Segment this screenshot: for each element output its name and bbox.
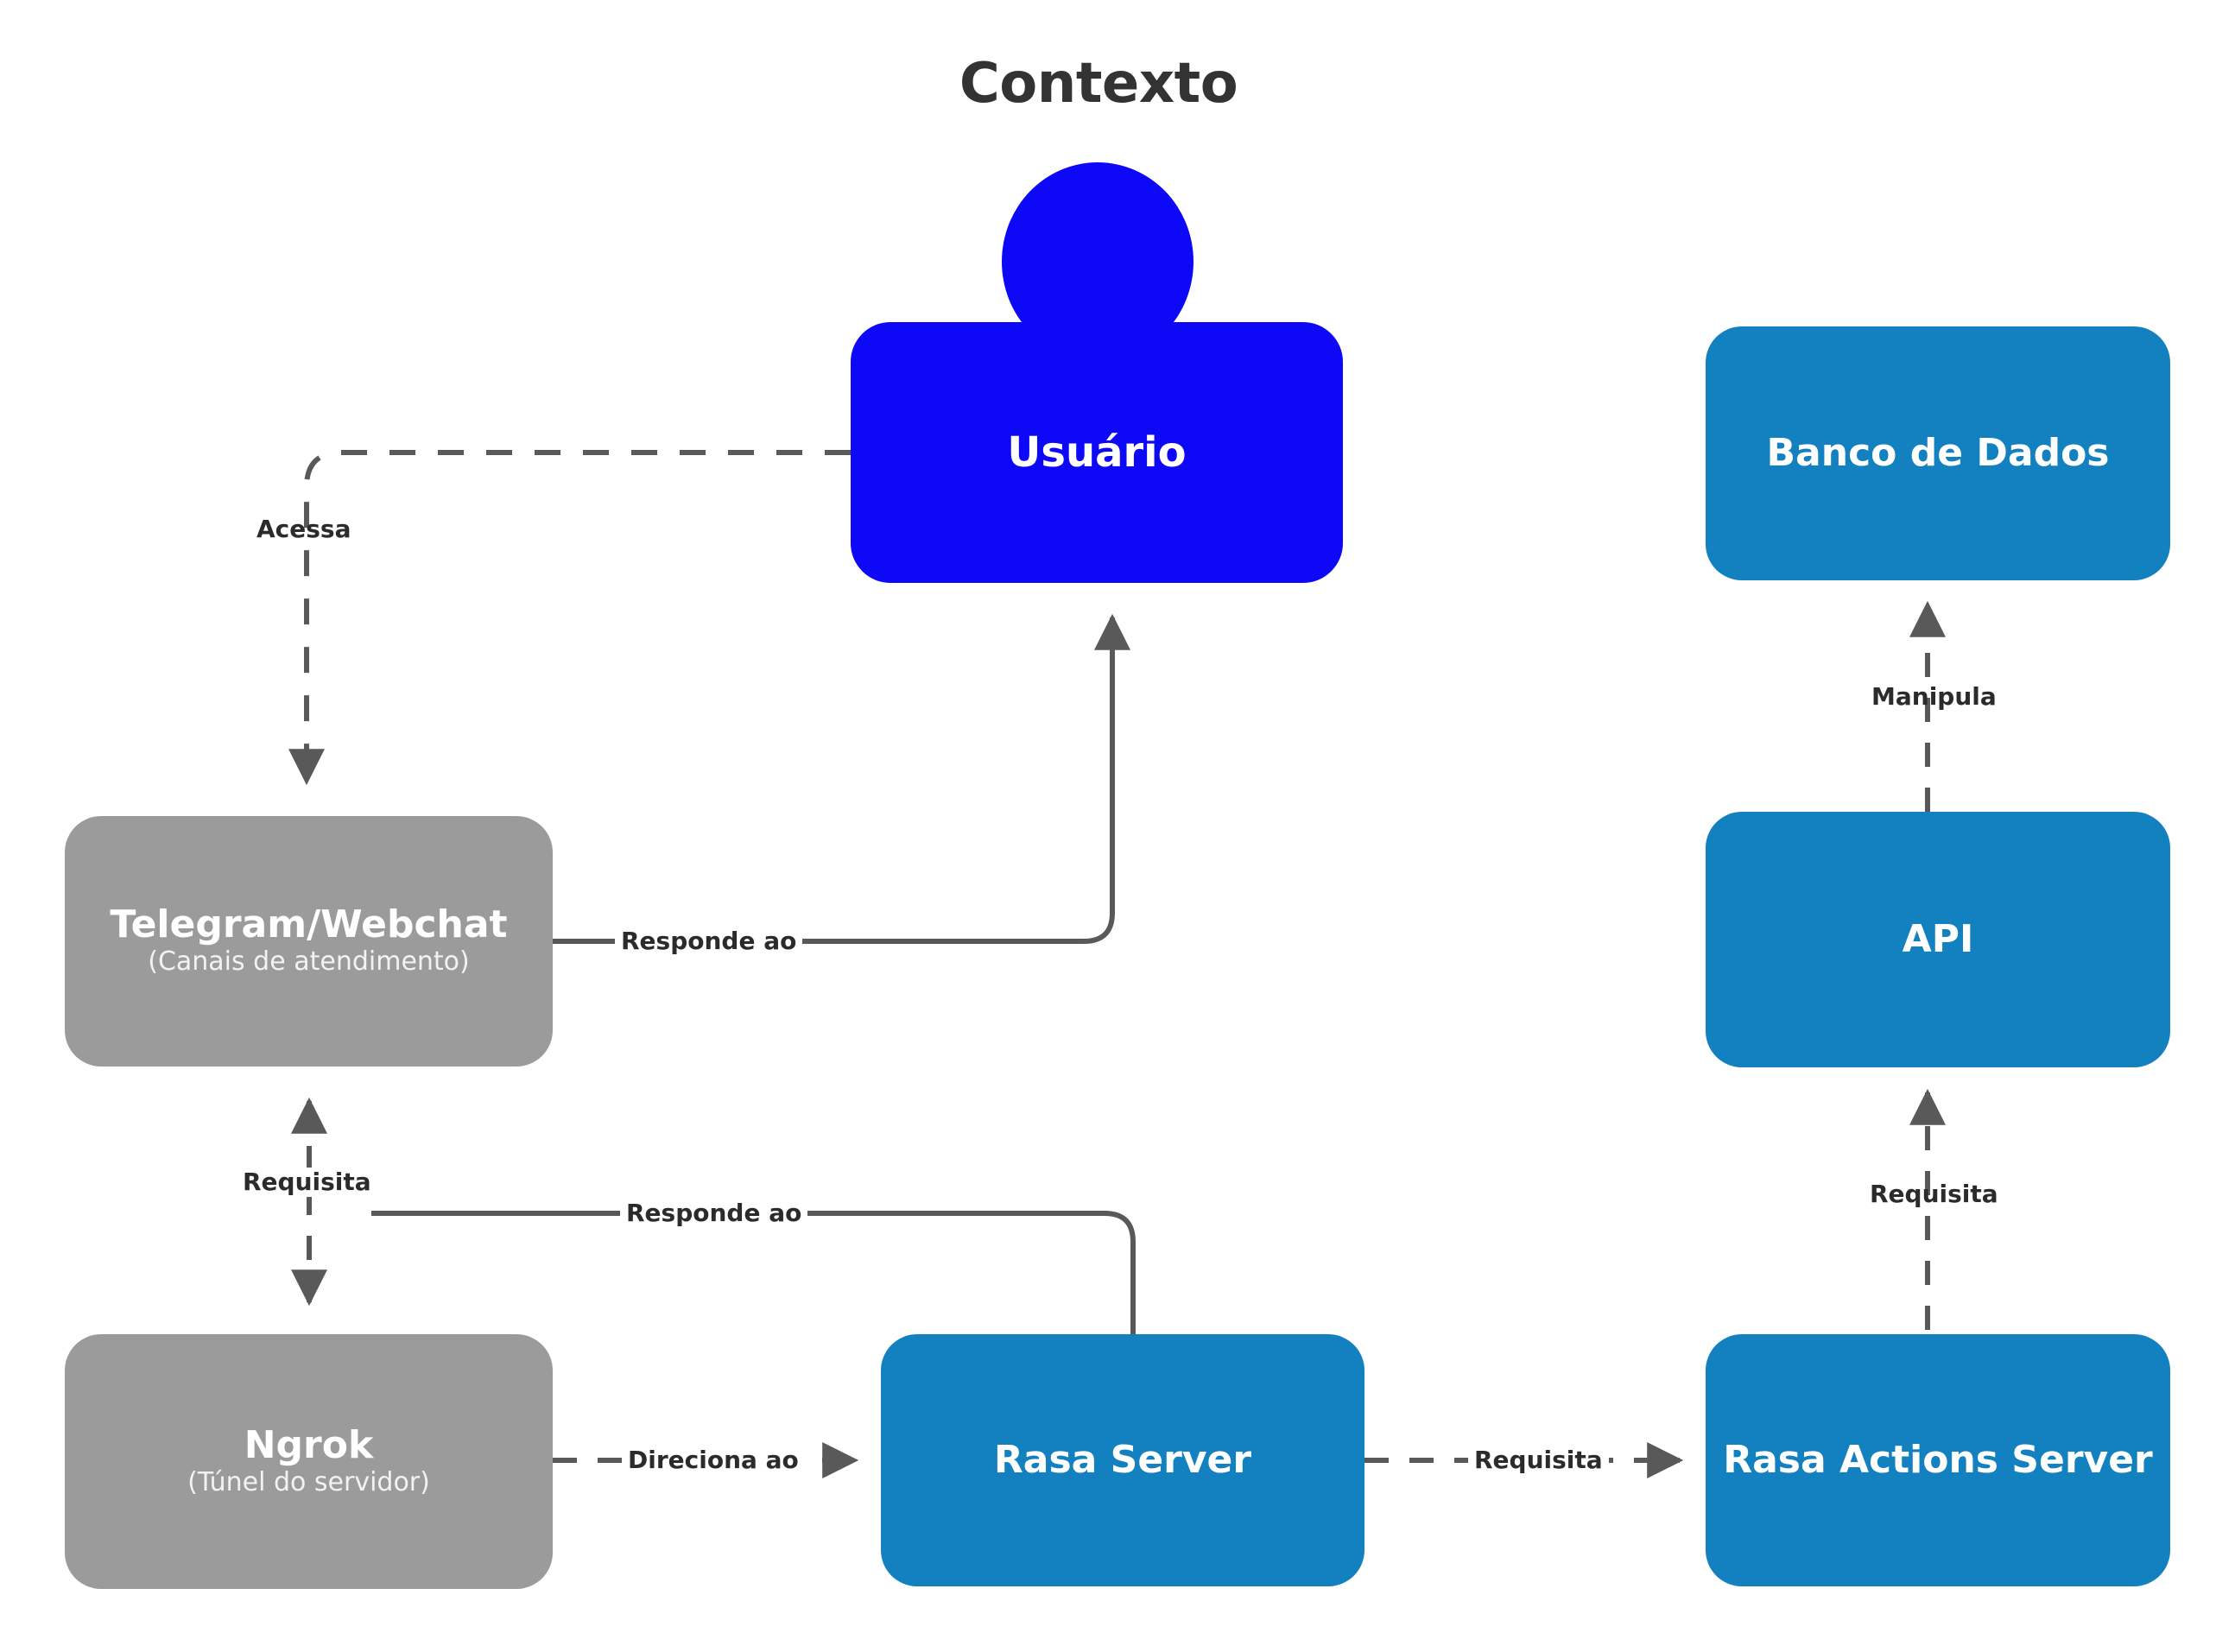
node-rasa-actions-server[interactable]: Rasa Actions Server — [1706, 1334, 2170, 1586]
node-ngrok[interactable]: Ngrok (Túnel do servidor) — [65, 1334, 553, 1589]
node-banco-de-dados[interactable]: Banco de Dados — [1706, 326, 2170, 580]
edge-label-requisita-ngrok: Requisita — [237, 1168, 377, 1198]
diagram-canvas: Contexto Acessa Responde ao Requisita Re… — [0, 0, 2235, 1652]
edge-label-acessa: Acessa — [256, 515, 351, 543]
node-rasa-actions-server-label: Rasa Actions Server — [1723, 1437, 2153, 1482]
node-telegram-sublabel: (Canais de atendimento) — [148, 946, 470, 978]
edge-label-requisita-actions: Requisita — [1468, 1446, 1609, 1476]
node-api[interactable]: API — [1706, 812, 2170, 1067]
node-ngrok-sublabel: (Túnel do servidor) — [187, 1466, 430, 1497]
node-telegram-label: Telegram/Webchat — [110, 902, 508, 947]
node-banco-de-dados-label: Banco de Dados — [1766, 430, 2110, 475]
node-api-label: API — [1902, 916, 1974, 961]
edge-label-responde-ao-usuario: Responde ao — [615, 927, 803, 957]
page-title: Contexto — [0, 52, 2235, 116]
edge-label-manipula: Manipula — [1871, 682, 1997, 711]
edge-label-responde-ao-telegram: Responde ao — [620, 1199, 808, 1229]
page-title-text: Contexto — [959, 52, 1238, 116]
edge-responde-ao-usuario — [553, 613, 1130, 944]
edge-label-requisita-api: Requisita — [1870, 1180, 1998, 1208]
node-usuario-label: Usuário — [1007, 427, 1187, 477]
edge-label-direciona-ao: Direciona ao — [622, 1446, 805, 1476]
node-usuario[interactable]: Usuário — [851, 322, 1343, 583]
edge-responde-ao-telegram — [371, 1211, 1136, 1334]
node-rasa-server[interactable]: Rasa Server — [881, 1334, 1364, 1586]
node-rasa-server-label: Rasa Server — [993, 1437, 1252, 1482]
node-ngrok-label: Ngrok — [244, 1422, 374, 1467]
node-telegram-webchat[interactable]: Telegram/Webchat (Canais de atendimento) — [65, 816, 553, 1067]
edge-acessa — [288, 450, 851, 786]
